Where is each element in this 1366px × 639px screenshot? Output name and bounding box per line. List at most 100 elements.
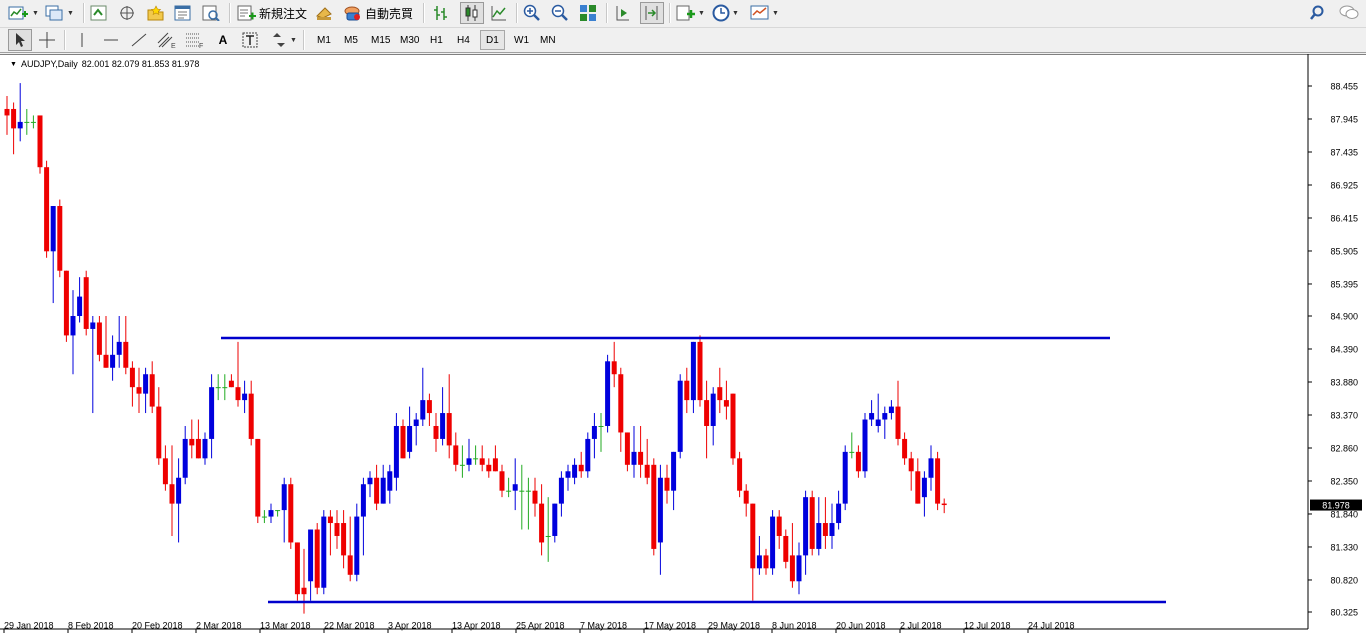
candle — [763, 548, 769, 575]
candle — [149, 361, 155, 414]
drawing-toolbar: E F A ▼ M1 M5 M15 M30 H1 H4 D1 W1 MN — [0, 28, 1366, 53]
candle — [743, 484, 749, 517]
indicators-button[interactable]: ▼ — [676, 2, 705, 24]
text-tool-button[interactable]: A — [214, 29, 232, 51]
bar-chart-button[interactable] — [432, 2, 450, 24]
candle — [288, 477, 294, 549]
new-chart-button[interactable]: ▼ — [8, 2, 39, 24]
tile-windows-button[interactable] — [579, 2, 597, 24]
candle — [321, 510, 327, 595]
timeframe-h4[interactable]: H4 — [452, 30, 475, 50]
text-label-button[interactable] — [241, 29, 259, 51]
price-tick-label: 84.390 — [1330, 345, 1358, 355]
timeframe-mn[interactable]: MN — [535, 30, 561, 50]
candle — [341, 510, 347, 569]
timeframe-d1[interactable]: D1 — [480, 30, 505, 50]
strategy-tester-button[interactable] — [202, 2, 220, 24]
candle — [756, 535, 762, 575]
candle — [539, 484, 545, 556]
zoom-out-button[interactable] — [551, 2, 569, 24]
autoscroll-button[interactable] — [640, 2, 664, 24]
market-watch-button[interactable] — [90, 2, 108, 24]
candle — [255, 438, 261, 524]
candle — [242, 380, 248, 414]
timeframe-w1[interactable]: W1 — [509, 30, 534, 50]
candle — [374, 464, 380, 511]
candle — [605, 354, 611, 433]
crosshair-button[interactable] — [38, 29, 56, 51]
candle — [44, 160, 50, 258]
candle — [70, 290, 76, 375]
price-tick-label: 86.925 — [1330, 180, 1358, 190]
candle — [195, 419, 201, 459]
data-window-button[interactable] — [174, 2, 192, 24]
candle — [387, 464, 393, 504]
timeframe-m5[interactable]: M5 — [339, 30, 363, 50]
search-button[interactable] — [1309, 2, 1325, 24]
candle — [875, 393, 881, 433]
candle — [235, 341, 241, 407]
candle — [710, 387, 716, 446]
candle — [750, 503, 756, 601]
candle — [611, 341, 617, 388]
timeframe-m1[interactable]: M1 — [312, 30, 336, 50]
candle — [334, 510, 340, 549]
vertical-line-button[interactable] — [75, 29, 89, 51]
price-tick-label: 83.370 — [1330, 410, 1358, 420]
candle — [116, 316, 122, 368]
collapse-triangle-icon[interactable]: ▼ — [10, 61, 17, 68]
candlestick-button[interactable] — [460, 2, 484, 24]
trendline-button[interactable] — [130, 29, 148, 51]
candle — [136, 367, 142, 414]
favorites-button[interactable] — [145, 2, 165, 24]
candle — [624, 432, 630, 472]
timeframe-m15[interactable]: M15 — [366, 30, 395, 50]
candle — [644, 438, 650, 485]
navigator-button[interactable] — [118, 2, 136, 24]
candle — [684, 367, 690, 414]
line-chart-button[interactable] — [490, 2, 508, 24]
arrows-button[interactable]: ▼ — [270, 29, 297, 51]
profiles-button[interactable]: ▼ — [45, 2, 74, 24]
candle — [446, 374, 452, 459]
templates-button[interactable]: ▼ — [750, 2, 779, 24]
equidistant-channel-button[interactable]: E — [157, 29, 177, 51]
metaeditor-button[interactable] — [315, 2, 335, 24]
candle — [902, 432, 908, 465]
candle — [882, 406, 888, 439]
candle — [578, 451, 584, 478]
horizontal-line-button[interactable] — [102, 29, 120, 51]
zoom-in-button[interactable] — [523, 2, 541, 24]
candle — [618, 367, 624, 452]
svg-text:F: F — [199, 43, 203, 49]
new-order-button[interactable]: 新規注文 — [237, 2, 307, 24]
candle — [281, 477, 287, 543]
timeframe-h1[interactable]: H1 — [425, 30, 448, 50]
tile-windows-icon — [580, 5, 596, 21]
price-tick-label: 85.905 — [1330, 246, 1358, 256]
candle — [862, 413, 868, 478]
chat-button[interactable] — [1338, 2, 1360, 24]
candle — [842, 445, 848, 511]
candle — [143, 367, 149, 414]
candlestick-chart[interactable]: 88.455 87.945 87.435 86.925 86.415 85.905 85.3… — [0, 54, 1366, 639]
cursor-button[interactable] — [8, 29, 32, 51]
time-tick-label: 20 Feb 2018 — [132, 620, 183, 630]
candle — [215, 374, 221, 401]
candle — [631, 425, 637, 478]
auto-trading-button[interactable]: 自動売買 — [343, 2, 413, 24]
candle — [400, 419, 406, 459]
line-chart-icon — [491, 6, 506, 21]
candle — [492, 445, 498, 472]
timeframe-m30[interactable]: M30 — [395, 30, 424, 50]
chat-icon — [1339, 5, 1359, 19]
cursor-icon — [16, 33, 25, 47]
main-toolbar: ▼ ▼ 新規注文 自動売買 ▼ ▼ ▼ — [0, 0, 1366, 28]
text-label-icon — [242, 32, 258, 48]
candle — [915, 458, 921, 504]
chart-shift-button[interactable] — [614, 2, 632, 24]
time-tick-label: 13 Mar 2018 — [260, 620, 311, 630]
periods-button[interactable]: ▼ — [712, 2, 739, 24]
fibonacci-button[interactable]: F — [185, 29, 205, 51]
equidistant-channel-icon: E — [157, 32, 176, 49]
